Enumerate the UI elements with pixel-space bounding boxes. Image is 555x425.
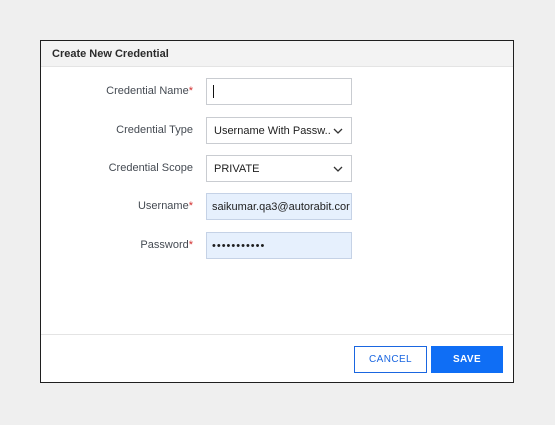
credential-name-input[interactable] (206, 78, 352, 105)
credential-name-row: Credential Name* (41, 78, 513, 105)
credential-scope-select[interactable]: PRIVATE (206, 155, 352, 182)
credential-type-label: Credential Type (116, 124, 193, 136)
chevron-down-icon (333, 166, 343, 172)
required-mark: * (188, 85, 193, 97)
password-label: Password* (140, 239, 193, 251)
chevron-down-icon (333, 128, 343, 134)
required-mark: * (188, 239, 193, 251)
create-credential-dialog: Create New Credential Credential Name* C… (40, 40, 514, 383)
password-value: ••••••••••• (212, 239, 266, 252)
credential-scope-label: Credential Scope (108, 162, 193, 174)
dialog-title: Create New Credential (41, 41, 513, 67)
credential-type-select[interactable]: Username With Passw... (206, 117, 352, 144)
cancel-button[interactable]: CANCEL (354, 346, 427, 373)
password-row: Password* ••••••••••• (41, 232, 513, 259)
credential-scope-row: Credential Scope PRIVATE (41, 155, 513, 182)
credential-name-label: Credential Name* (106, 85, 193, 97)
credential-scope-value: PRIVATE (214, 162, 260, 175)
username-label: Username* (137, 200, 193, 212)
footer-divider (41, 334, 513, 335)
text-cursor (213, 85, 214, 98)
save-button[interactable]: SAVE (431, 346, 503, 373)
credential-type-value: Username With Passw... (214, 124, 330, 137)
credential-type-row: Credential Type Username With Passw... (41, 117, 513, 144)
password-input[interactable]: ••••••••••• (206, 232, 352, 259)
username-row: Username* saikumar.qa3@autorabit.cor (41, 193, 513, 220)
username-value: saikumar.qa3@autorabit.cor (212, 200, 350, 213)
required-mark: * (188, 200, 193, 212)
username-input[interactable]: saikumar.qa3@autorabit.cor (206, 193, 352, 220)
